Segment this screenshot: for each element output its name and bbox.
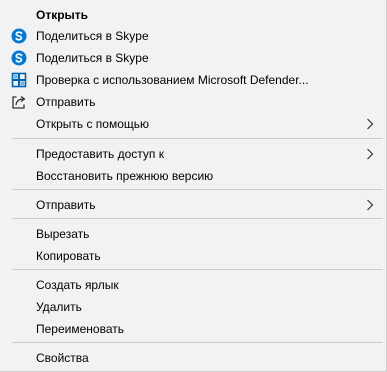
chevron-right-icon: [366, 118, 374, 130]
menu-item-cut-label: Вырезать: [36, 227, 90, 241]
menu-item-rename[interactable]: Переименовать: [0, 318, 384, 340]
menu-item-defender-scan[interactable]: Проверка с использованием Microsoft Defe…: [0, 69, 384, 91]
menu-item-open-with-label: Открыть с помощью: [36, 117, 150, 131]
menu-separator: [12, 269, 383, 270]
menu-item-restore-previous-label: Восстановить прежнюю версию: [36, 169, 214, 183]
chevron-right-icon: [366, 148, 374, 160]
menu-separator: [12, 189, 383, 190]
menu-item-cut[interactable]: Вырезать: [0, 223, 384, 245]
menu-separator: [12, 138, 383, 139]
skype-icon: [11, 50, 27, 66]
menu-separator: [12, 342, 383, 343]
menu-item-rename-label: Переименовать: [36, 322, 124, 336]
menu-item-properties[interactable]: Свойства: [0, 347, 384, 369]
menu-item-send-label: Отправить: [36, 95, 96, 109]
menu-item-properties-label: Свойства: [36, 351, 89, 365]
menu-item-copy[interactable]: Копировать: [0, 245, 384, 267]
menu-item-send-to[interactable]: Отправить: [0, 194, 384, 216]
menu-item-share-skype-1[interactable]: Поделиться в Skype: [0, 25, 384, 47]
menu-item-delete-label: Удалить: [36, 300, 82, 314]
menu-item-give-access[interactable]: Предоставить доступ к: [0, 143, 384, 165]
chevron-right-icon: [366, 199, 374, 211]
menu-item-share-skype-2-label: Поделиться в Skype: [36, 51, 149, 65]
menu-item-send-to-label: Отправить: [36, 198, 96, 212]
menu-item-send[interactable]: Отправить: [0, 91, 384, 113]
menu-item-delete[interactable]: Удалить: [0, 296, 384, 318]
menu-item-restore-previous[interactable]: Восстановить прежнюю версию: [0, 165, 384, 187]
menu-item-share-skype-1-label: Поделиться в Skype: [36, 29, 149, 43]
menu-item-open-with[interactable]: Открыть с помощью: [0, 113, 384, 135]
menu-item-defender-scan-label: Проверка с использованием Microsoft Defe…: [36, 73, 309, 87]
menu-item-copy-label: Копировать: [36, 249, 101, 263]
defender-shield-icon: [11, 72, 27, 88]
menu-item-create-shortcut[interactable]: Создать ярлык: [0, 274, 384, 296]
menu-item-open-label: Открыть: [36, 8, 89, 22]
menu-item-share-skype-2[interactable]: Поделиться в Skype: [0, 47, 384, 69]
menu-item-open[interactable]: Открыть: [0, 4, 384, 26]
context-menu: Открыть Поделиться в Skype Поделиться в …: [0, 0, 387, 372]
menu-separator: [12, 218, 383, 219]
menu-item-create-shortcut-label: Создать ярлык: [36, 278, 119, 292]
menu-item-give-access-label: Предоставить доступ к: [36, 147, 164, 161]
share-icon: [11, 94, 27, 110]
skype-icon: [11, 28, 27, 44]
